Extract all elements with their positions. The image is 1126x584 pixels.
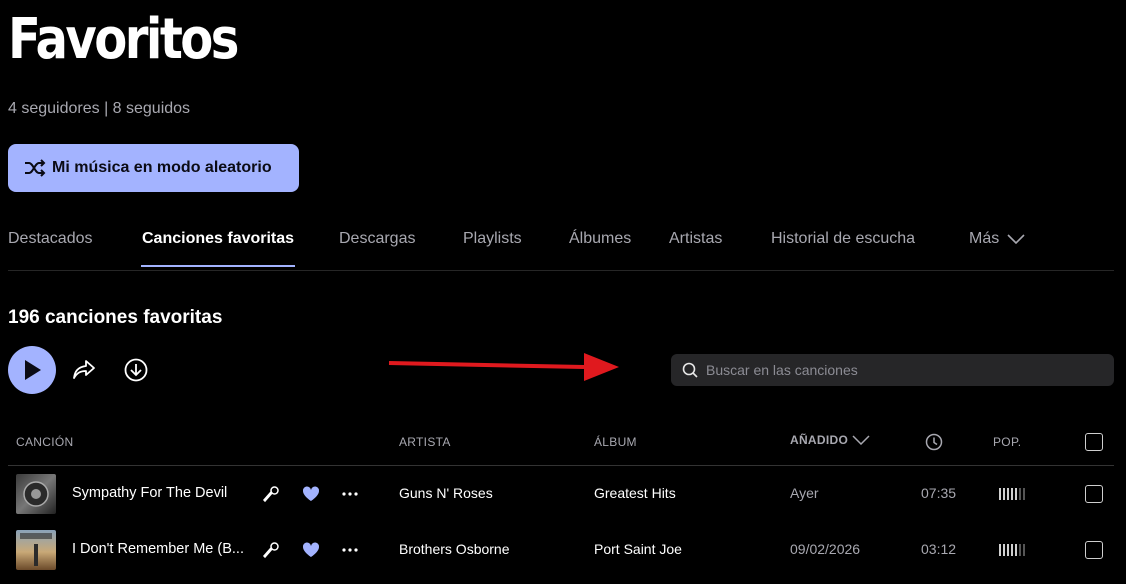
artist-link[interactable]: Guns N' Roses: [399, 485, 493, 501]
share-icon: [73, 360, 95, 379]
tab-playlists[interactable]: Playlists: [463, 230, 522, 248]
popularity-bar: [999, 544, 1001, 556]
popularity-bar: [1003, 544, 1005, 556]
tab-more-label: Más: [969, 230, 1000, 247]
shuffle-label: Mi música en modo aleatorio: [52, 159, 272, 176]
popularity-bar: [999, 488, 1001, 500]
heart-icon[interactable]: [302, 542, 320, 558]
song-search: [671, 354, 1114, 386]
share-button[interactable]: [70, 356, 98, 384]
popularity-bar: [1019, 488, 1021, 500]
column-header-added[interactable]: AÑADIDO: [790, 433, 870, 447]
column-header-song[interactable]: CANCIÓN: [16, 435, 73, 449]
tab-more[interactable]: Más: [969, 230, 1025, 248]
shuffle-my-music-button[interactable]: Mi música en modo aleatorio: [8, 144, 299, 192]
popularity-bar: [1011, 488, 1013, 500]
popularity-bar: [1015, 488, 1017, 500]
popularity-bar: [1023, 488, 1025, 500]
popularity-bar: [1003, 488, 1005, 500]
search-input[interactable]: [704, 361, 1098, 379]
row-checkbox[interactable]: [1085, 541, 1103, 559]
search-icon: [682, 362, 698, 378]
more-options-icon[interactable]: [342, 548, 358, 552]
duration: 07:35: [921, 485, 957, 501]
tab-artistas[interactable]: Artistas: [669, 230, 722, 248]
tab-destacados[interactable]: Destacados: [8, 230, 93, 248]
popularity-bar: [1019, 544, 1021, 556]
table-row[interactable]: I Don't Remember Me (B... Brothers Osbor…: [8, 522, 1114, 578]
row-checkbox[interactable]: [1085, 485, 1103, 503]
tab-bar: Destacados Canciones favoritas Descargas…: [8, 226, 1114, 271]
chevron-down-icon: [1007, 234, 1025, 244]
download-button[interactable]: [122, 356, 150, 384]
shuffle-icon: [25, 159, 46, 177]
popularity-bar: [1007, 488, 1009, 500]
clock-icon: [925, 433, 943, 451]
favorites-count: 196 canciones favoritas: [8, 307, 223, 328]
popularity-bar: [1007, 544, 1009, 556]
play-button[interactable]: [8, 346, 56, 394]
column-header-artist[interactable]: ARTISTA: [399, 435, 451, 449]
play-icon: [25, 360, 41, 380]
album-link[interactable]: Port Saint Joe: [594, 541, 682, 557]
tab-descargas[interactable]: Descargas: [339, 230, 415, 248]
column-header-popularity: POP.: [993, 435, 1022, 449]
followers-info: 4 seguidores | 8 seguidos: [8, 100, 191, 117]
popularity-bar: [1023, 544, 1025, 556]
song-title[interactable]: Sympathy For The Devil: [72, 485, 227, 501]
song-title[interactable]: I Don't Remember Me (B...: [72, 541, 244, 557]
popularity-bars: [999, 488, 1025, 500]
more-options-icon[interactable]: [342, 492, 358, 496]
album-link[interactable]: Greatest Hits: [594, 485, 676, 501]
download-icon: [124, 358, 148, 382]
column-header-album[interactable]: ÁLBUM: [594, 435, 637, 449]
tab-historial[interactable]: Historial de escucha: [771, 230, 915, 248]
artist-link[interactable]: Brothers Osborne: [399, 541, 510, 557]
tab-canciones-favoritas[interactable]: Canciones favoritas: [142, 230, 294, 248]
microphone-icon[interactable]: [262, 485, 280, 503]
heart-icon[interactable]: [302, 486, 320, 502]
page-title: Favoritos: [8, 7, 239, 72]
album-cover: [16, 474, 56, 514]
microphone-icon[interactable]: [262, 541, 280, 559]
table-row[interactable]: Sympathy For The Devil Guns N' Roses Gre…: [8, 466, 1114, 522]
added-date: 09/02/2026: [790, 541, 861, 557]
column-header-added-label: AÑADIDO: [790, 433, 849, 447]
annotation-arrow: [388, 353, 619, 381]
sort-chevron-down-icon: [852, 435, 870, 445]
album-cover: [16, 530, 56, 570]
added-date: Ayer: [790, 485, 819, 501]
active-tab-indicator: [141, 265, 295, 267]
popularity-bar: [1015, 544, 1017, 556]
duration: 03:12: [921, 541, 957, 557]
popularity-bars: [999, 544, 1025, 556]
tab-albumes[interactable]: Álbumes: [569, 230, 631, 248]
select-all-checkbox[interactable]: [1085, 433, 1103, 451]
popularity-bar: [1011, 544, 1013, 556]
